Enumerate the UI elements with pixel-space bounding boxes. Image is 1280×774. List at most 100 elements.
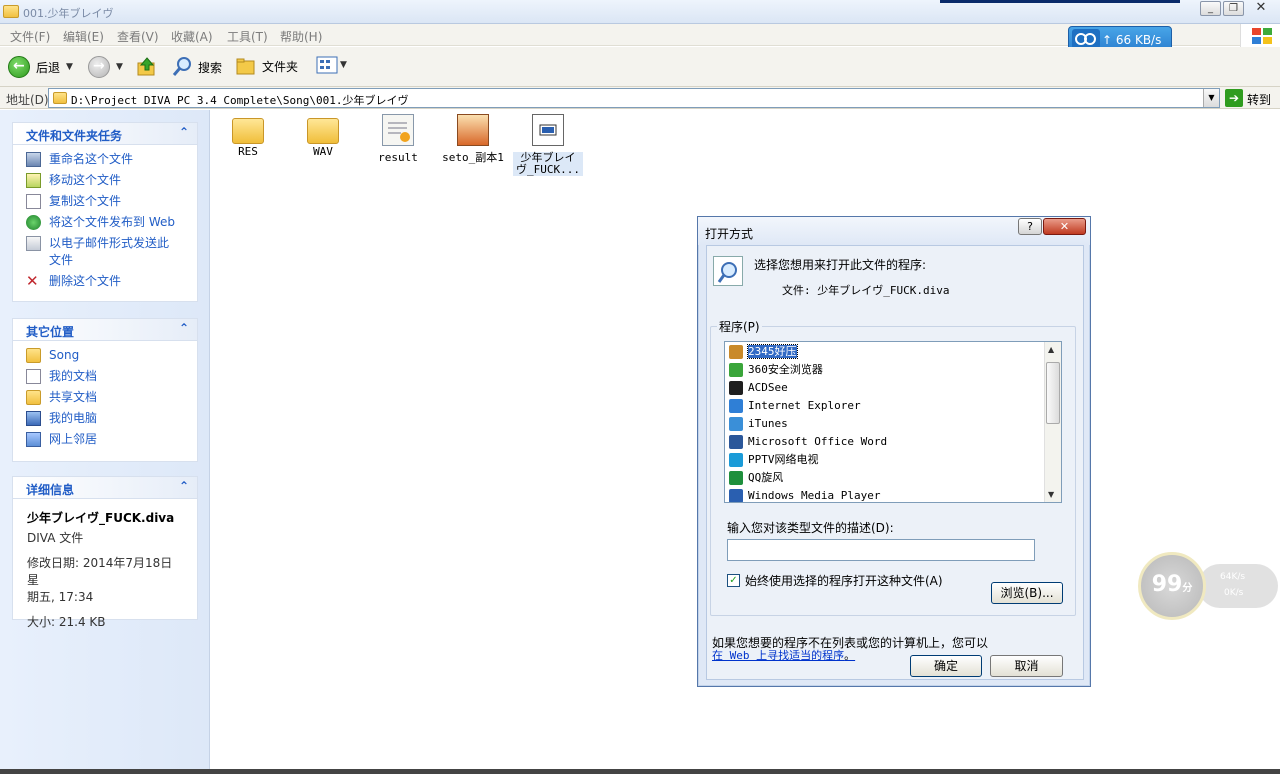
dialog-title: 打开方式 bbox=[705, 227, 754, 241]
documents-icon bbox=[26, 369, 41, 384]
task-email[interactable]: 以电子邮件形式发送此 文件 bbox=[13, 235, 197, 269]
go-arrow-icon[interactable]: ➔ bbox=[1225, 89, 1243, 107]
program-label: ACDSee bbox=[748, 381, 788, 394]
program-item[interactable]: iTunes bbox=[725, 415, 1061, 433]
program-icon bbox=[729, 435, 743, 449]
place-my-documents[interactable]: 我的文档 bbox=[13, 368, 197, 385]
footer-period: 。 bbox=[844, 649, 856, 662]
image-file-icon bbox=[457, 114, 489, 146]
file-item[interactable]: seto_副本1 bbox=[438, 114, 508, 164]
upload-speed: ↑ 66 KB/s bbox=[1102, 33, 1162, 47]
dialog-title-bar: 打开方式 ? ✕ bbox=[698, 217, 1090, 245]
program-icon bbox=[729, 345, 743, 359]
restore-button[interactable]: ❐ bbox=[1223, 1, 1244, 16]
chevron-down-icon[interactable]: ▼ bbox=[116, 62, 123, 72]
menu-tools[interactable]: 工具(T) bbox=[227, 28, 268, 45]
forward-button[interactable]: → ▼ bbox=[88, 56, 123, 78]
system-monitor-widget[interactable]: 99分 64K/s 0K/s bbox=[1138, 552, 1280, 620]
program-icon bbox=[729, 489, 743, 502]
search-button[interactable]: 搜索 bbox=[171, 56, 222, 78]
scrollbar[interactable]: ▲ ▼ bbox=[1044, 342, 1061, 502]
go-button[interactable]: 转到 bbox=[1247, 91, 1271, 108]
task-move[interactable]: 移动这个文件 bbox=[13, 172, 197, 189]
shared-folder-icon bbox=[26, 390, 41, 405]
program-item[interactable]: Windows Media Player bbox=[725, 487, 1061, 502]
folders-button[interactable]: 文件夹 bbox=[235, 56, 298, 76]
file-item[interactable]: result bbox=[363, 114, 433, 164]
program-label: PPTV网络电视 bbox=[748, 453, 819, 466]
menu-favorites[interactable]: 收藏(A) bbox=[171, 28, 213, 45]
program-icon bbox=[729, 381, 743, 395]
menu-file[interactable]: 文件(F) bbox=[10, 28, 50, 45]
scroll-thumb[interactable] bbox=[1046, 362, 1060, 424]
cancel-button[interactable]: 取消 bbox=[990, 655, 1063, 677]
program-label: 360安全浏览器 bbox=[748, 363, 823, 376]
menu-help[interactable]: 帮助(H) bbox=[280, 28, 322, 45]
browse-button[interactable]: 浏览(B)... bbox=[991, 582, 1063, 604]
program-item[interactable]: Internet Explorer bbox=[725, 397, 1061, 415]
address-label: 地址(D) bbox=[6, 93, 49, 107]
collapse-icon[interactable]: ⌃ bbox=[179, 125, 189, 139]
open-with-icon bbox=[713, 256, 743, 286]
footer-row: 在 Web 上寻找适当的程序。 bbox=[712, 647, 855, 663]
scroll-down-icon[interactable]: ▼ bbox=[1048, 490, 1054, 499]
dialog-close-button[interactable]: ✕ bbox=[1043, 218, 1086, 235]
delete-icon: ✕ bbox=[26, 272, 39, 290]
up-folder-icon bbox=[137, 57, 155, 76]
folder-icon bbox=[3, 5, 19, 18]
program-list[interactable]: 2345好压 360安全浏览器 ACDSee Internet Explorer iTu… bbox=[724, 341, 1062, 503]
file-item-selected[interactable]: 少年ブレイ ヴ_FUCK... bbox=[513, 114, 583, 176]
window-title: 001.少年ブレイヴ bbox=[23, 7, 114, 20]
close-button[interactable]: ✕ bbox=[1246, 1, 1276, 16]
menu-view[interactable]: 查看(V) bbox=[117, 28, 159, 45]
scroll-up-icon[interactable]: ▲ bbox=[1048, 345, 1054, 354]
place-my-computer[interactable]: 我的电脑 bbox=[13, 410, 197, 427]
description-input[interactable] bbox=[727, 539, 1035, 561]
task-copy[interactable]: 复制这个文件 bbox=[13, 193, 197, 210]
task-delete[interactable]: ✕ 删除这个文件 bbox=[13, 273, 197, 290]
help-button[interactable]: ? bbox=[1018, 218, 1042, 235]
program-item[interactable]: Microsoft Office Word bbox=[725, 433, 1061, 451]
details-panel: 详细信息 ⌃ 少年ブレイヴ_FUCK.diva DIVA 文件 修改日期: 201… bbox=[12, 476, 198, 629]
task-rename[interactable]: 重命名这个文件 bbox=[13, 151, 197, 168]
ok-button[interactable]: 确定 bbox=[910, 655, 982, 677]
window-controls: _ ❐ ✕ bbox=[1200, 1, 1276, 16]
program-item[interactable]: 360安全浏览器 bbox=[725, 361, 1061, 379]
open-with-dialog: 打开方式 ? ✕ 选择您想用来打开此文件的程序: 文件: 少年ブレイヴ_FUCK… bbox=[697, 216, 1091, 687]
program-item[interactable]: QQ旋风 bbox=[725, 469, 1061, 487]
folder-icon bbox=[26, 348, 41, 363]
minimize-button[interactable]: _ bbox=[1200, 1, 1221, 16]
always-use-checkbox[interactable]: ✓ bbox=[727, 574, 740, 587]
place-network[interactable]: 网上邻居 bbox=[13, 431, 197, 448]
collapse-icon[interactable]: ⌃ bbox=[179, 321, 189, 335]
chevron-down-icon[interactable]: ▼ bbox=[340, 60, 347, 70]
program-label: Microsoft Office Word bbox=[748, 435, 888, 448]
place-song[interactable]: Song bbox=[13, 347, 197, 364]
always-use-label: 始终使用选择的程序打开这种文件(A) bbox=[745, 574, 943, 588]
up-folder-button[interactable] bbox=[136, 56, 158, 78]
menu-edit[interactable]: 编辑(E) bbox=[63, 28, 104, 45]
back-button[interactable]: ← 后退 ▼ bbox=[8, 56, 73, 78]
find-program-web-link[interactable]: 在 Web 上寻找适当的程序 bbox=[712, 649, 844, 662]
always-use-row[interactable]: ✓ 始终使用选择的程序打开这种文件(A) bbox=[727, 572, 943, 589]
details-filename: 少年ブレイヴ_FUCK.diva bbox=[27, 511, 175, 525]
collapse-icon[interactable]: ⌃ bbox=[179, 479, 189, 493]
other-places-header[interactable]: 其它位置 ⌃ bbox=[13, 319, 197, 341]
program-item[interactable]: 2345好压 bbox=[725, 343, 1061, 361]
file-item[interactable]: WAV bbox=[288, 114, 358, 158]
program-item[interactable]: ACDSee bbox=[725, 379, 1061, 397]
file-tasks-header[interactable]: 文件和文件夹任务 ⌃ bbox=[13, 123, 197, 145]
programs-label: 程序(P) bbox=[717, 318, 762, 335]
program-icon bbox=[729, 417, 743, 431]
task-publish-web[interactable]: 将这个文件发布到 Web bbox=[13, 214, 197, 231]
program-item[interactable]: PPTV网络电视 bbox=[725, 451, 1061, 469]
chevron-down-icon[interactable]: ▼ bbox=[66, 62, 73, 72]
address-dropdown-icon[interactable]: ▼ bbox=[1203, 89, 1219, 107]
views-button[interactable]: ▼ bbox=[316, 56, 347, 74]
search-icon bbox=[172, 57, 191, 76]
details-header[interactable]: 详细信息 ⌃ bbox=[13, 477, 197, 499]
place-shared-documents[interactable]: 共享文档 bbox=[13, 389, 197, 406]
move-icon bbox=[26, 173, 41, 188]
file-item[interactable]: RES bbox=[213, 114, 283, 158]
address-input[interactable]: D:\Project DIVA PC 3.4 Complete\Song\001… bbox=[48, 88, 1220, 108]
